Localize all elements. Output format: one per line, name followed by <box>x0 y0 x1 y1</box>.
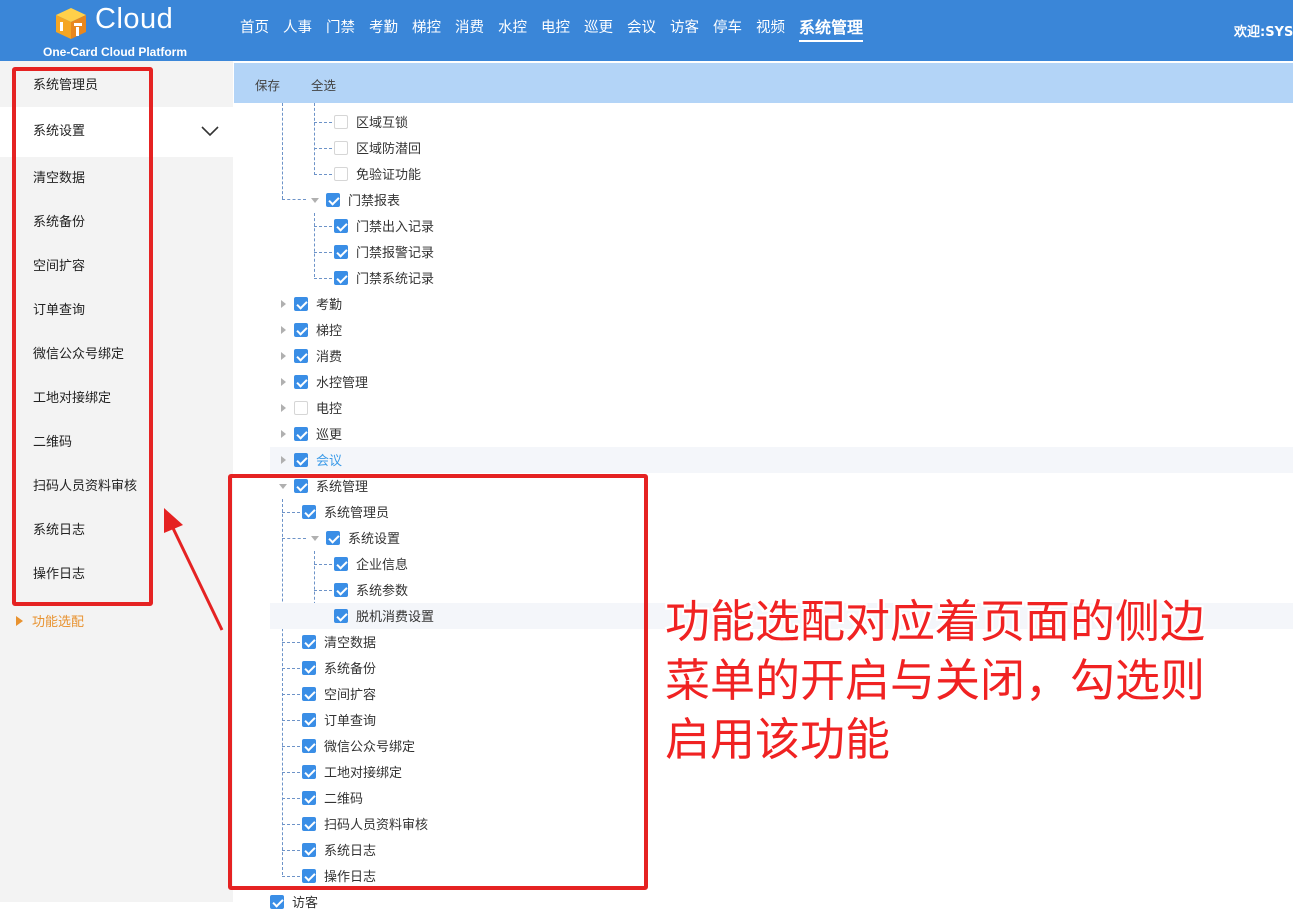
tree-checkbox[interactable] <box>334 245 348 259</box>
tree-checkbox[interactable] <box>270 895 284 909</box>
expand-arrow-icon[interactable] <box>281 456 286 464</box>
tree-node-label: 免验证功能 <box>356 168 422 183</box>
tree-node-label: 电控 <box>316 402 343 417</box>
caret-right-icon <box>16 616 23 626</box>
top-nav: 首页 人事 门禁 考勤 梯控 消费 水控 电控 巡更 会议 访客 停车 视频 系… <box>233 0 870 61</box>
tree-checkbox[interactable] <box>294 375 308 389</box>
tree-node-label: 梯控 <box>316 324 343 339</box>
tree-node-power-control[interactable]: 电控 <box>270 395 1293 421</box>
nav-parking[interactable]: 停车 <box>706 0 749 61</box>
tree-node-attendance[interactable]: 考勤 <box>270 291 1293 317</box>
annotation-line: 功能选配对应着页面的侧边 <box>665 595 1206 648</box>
nav-personnel[interactable]: 人事 <box>276 0 319 61</box>
nav-home[interactable]: 首页 <box>233 0 276 61</box>
nav-patrol[interactable]: 巡更 <box>577 0 620 61</box>
brand-logo[interactable]: Cloud One-Card Cloud Platform <box>38 2 198 60</box>
tree-node-visitor[interactable]: 访客 <box>264 889 1287 915</box>
expand-arrow-icon[interactable] <box>281 352 286 360</box>
tree-node-label: 巡更 <box>316 428 343 443</box>
tree-checkbox[interactable] <box>334 271 348 285</box>
tree-node-no-verify[interactable]: 免验证功能 <box>270 161 1293 187</box>
highlight-box-tree <box>228 474 648 890</box>
expand-arrow-icon[interactable] <box>281 326 286 334</box>
tree-checkbox[interactable] <box>294 323 308 337</box>
nav-water-control[interactable]: 水控 <box>491 0 534 61</box>
nav-consumption[interactable]: 消费 <box>448 0 491 61</box>
tree-node-patrol[interactable]: 巡更 <box>270 421 1293 447</box>
select-all-button[interactable]: 全选 <box>311 75 336 94</box>
tree-node-anti-passback[interactable]: 区域防潜回 <box>270 135 1293 161</box>
tree-node-meeting[interactable]: 会议 <box>270 447 1293 473</box>
tree-node-label: 消费 <box>316 350 343 365</box>
tree-node-label: 考勤 <box>316 298 343 313</box>
expand-arrow-icon[interactable] <box>281 300 286 308</box>
toolbar: 保存 全选 <box>234 63 1293 103</box>
annotation-line: 菜单的开启与关闭，勾选则 <box>665 654 1206 707</box>
nav-attendance[interactable]: 考勤 <box>362 0 405 61</box>
tree-node-label: 区域互锁 <box>356 116 409 131</box>
nav-video[interactable]: 视频 <box>749 0 792 61</box>
tree-checkbox[interactable] <box>294 349 308 363</box>
tree-node-label: 会议 <box>316 454 343 469</box>
expand-arrow-icon[interactable] <box>281 404 286 412</box>
tree-checkbox[interactable] <box>334 167 348 181</box>
nav-access-control[interactable]: 门禁 <box>319 0 362 61</box>
expand-arrow-icon[interactable] <box>281 430 286 438</box>
chevron-down-icon <box>201 126 219 137</box>
annotation-line: 启用该功能 <box>665 713 891 766</box>
sidebar-item-label: 功能选配 <box>32 615 85 630</box>
tree-node-alarm-records[interactable]: 门禁报警记录 <box>270 239 1293 265</box>
expand-arrow-icon[interactable] <box>281 378 286 386</box>
nav-system-management[interactable]: 系统管理 <box>792 0 870 61</box>
tree-checkbox[interactable] <box>334 219 348 233</box>
tree-node-label: 区域防潜回 <box>356 142 422 157</box>
tree-checkbox[interactable] <box>294 297 308 311</box>
tree-node-label: 门禁出入记录 <box>356 220 435 235</box>
save-button[interactable]: 保存 <box>255 75 280 94</box>
nav-meeting[interactable]: 会议 <box>620 0 663 61</box>
annotation-arrow-icon <box>164 508 224 631</box>
tree-checkbox[interactable] <box>326 193 340 207</box>
tree-node-system-records[interactable]: 门禁系统记录 <box>270 265 1293 291</box>
expand-arrow-icon[interactable] <box>311 198 319 203</box>
nav-power-control[interactable]: 电控 <box>534 0 577 61</box>
annotation-callout: 功能选配对应着页面的侧边 菜单的开启与关闭，勾选则 启用该功能 <box>665 592 1265 769</box>
tree-node-access-report[interactable]: 门禁报表 <box>270 187 1293 213</box>
tree-node-label: 门禁报警记录 <box>356 246 435 261</box>
tree-checkbox[interactable] <box>334 115 348 129</box>
tree-checkbox[interactable] <box>294 427 308 441</box>
sidebar-item-function-config[interactable]: 功能选配 <box>16 611 84 630</box>
tree-node-label: 水控管理 <box>316 376 369 391</box>
brand-name: Cloud <box>95 3 174 35</box>
box-logo-icon <box>56 8 86 39</box>
tree-checkbox[interactable] <box>294 453 308 467</box>
tree-checkbox[interactable] <box>334 141 348 155</box>
tree-node-access-records[interactable]: 门禁出入记录 <box>270 213 1293 239</box>
tree-checkbox[interactable] <box>294 401 308 415</box>
tree-node-area-interlock[interactable]: 区域互锁 <box>270 109 1293 135</box>
brand-subtitle: One-Card Cloud Platform <box>43 45 188 59</box>
tree-node-label: 门禁系统记录 <box>356 272 435 287</box>
tree-node-label: 门禁报表 <box>348 194 401 209</box>
nav-elevator[interactable]: 梯控 <box>405 0 448 61</box>
welcome-user[interactable]: 欢迎:SYS <box>1234 21 1293 40</box>
top-header: Cloud One-Card Cloud Platform 首页 人事 门禁 考… <box>0 0 1293 61</box>
tree-node-consumption[interactable]: 消费 <box>270 343 1293 369</box>
highlight-box-sidebar <box>12 67 153 606</box>
tree-node-water-control[interactable]: 水控管理 <box>270 369 1293 395</box>
tree-node-elevator[interactable]: 梯控 <box>270 317 1293 343</box>
nav-visitor[interactable]: 访客 <box>663 0 706 61</box>
